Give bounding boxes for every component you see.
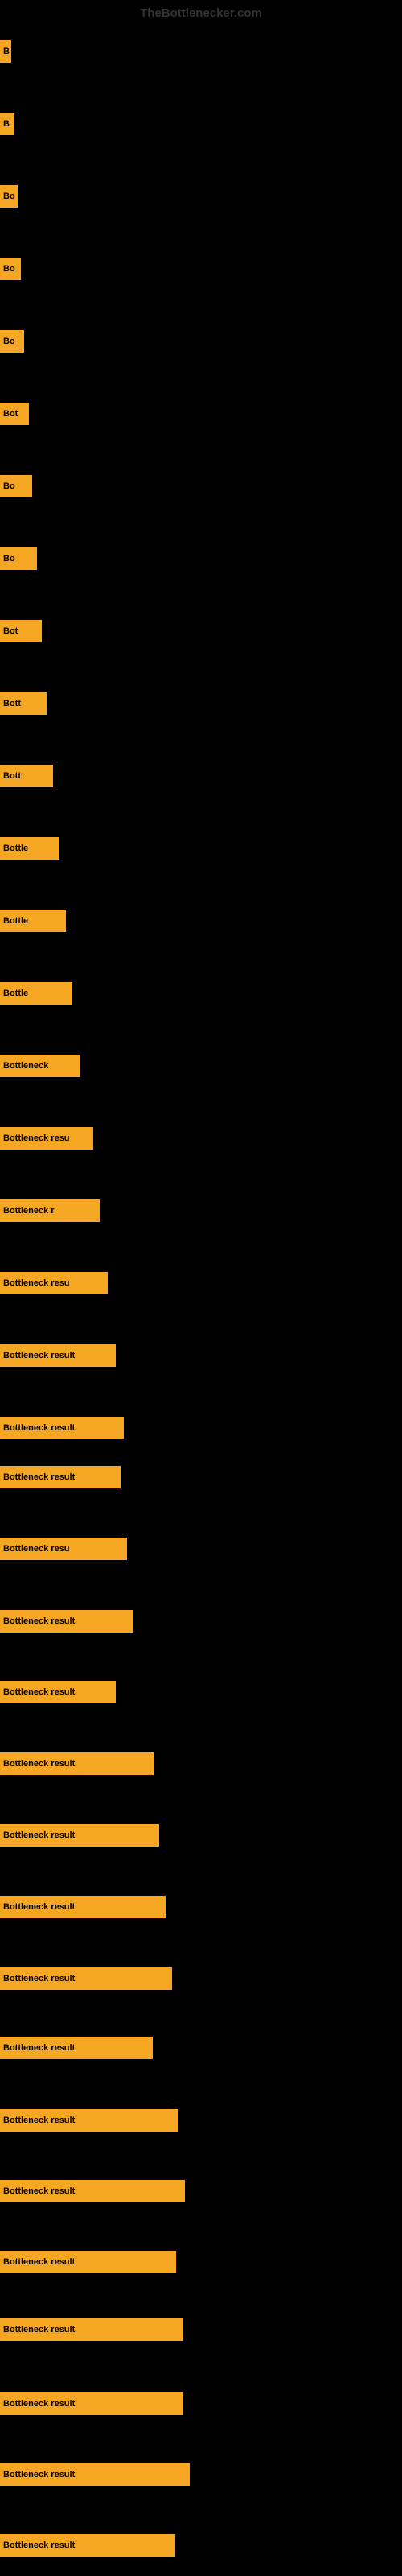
- bar-label: Bottleneck result: [3, 1351, 75, 1360]
- bar-item: Bottleneck result: [0, 1344, 116, 1367]
- bar-label: Bottleneck result: [3, 2325, 75, 2334]
- bar-item: Bottleneck result: [0, 2392, 183, 2415]
- bar-item: Bottleneck resu: [0, 1127, 93, 1150]
- bar-item: Bott: [0, 765, 53, 787]
- bar-item: Bott: [0, 692, 47, 715]
- bar-label: Bottleneck result: [3, 1687, 75, 1697]
- bar-item: Bo: [0, 547, 37, 570]
- bar-item: Bottle: [0, 837, 59, 860]
- bar-label: Bo: [3, 336, 15, 346]
- bar-item: Bottleneck result: [0, 1681, 116, 1703]
- bar-label: Bottleneck result: [3, 1831, 75, 1840]
- bar-label: Bottleneck resu: [3, 1278, 70, 1288]
- bar-label: Bottleneck result: [3, 1974, 75, 1984]
- bar-item: Bo: [0, 258, 21, 280]
- bar-item: Bottleneck result: [0, 1824, 159, 1847]
- bar-item: Bottle: [0, 982, 72, 1005]
- bar-label: Bottleneck result: [3, 2043, 75, 2053]
- bar-label: Bottleneck result: [3, 2470, 75, 2479]
- bar-label: Bot: [3, 626, 18, 636]
- bar-item: Bottleneck result: [0, 2251, 176, 2273]
- bar-label: Bottleneck result: [3, 1902, 75, 1912]
- bar-item: Bo: [0, 185, 18, 208]
- bar-label: Bottleneck resu: [3, 1133, 70, 1143]
- bar-label: Bot: [3, 409, 18, 419]
- bar-label: Bottleneck result: [3, 1472, 75, 1482]
- bar-label: Bott: [3, 771, 21, 781]
- bar-label: Bottleneck r: [3, 1206, 55, 1216]
- bar-label: Bottleneck result: [3, 2257, 75, 2267]
- bar-item: Bottleneck resu: [0, 1272, 108, 1294]
- bar-item: Bottleneck result: [0, 2109, 178, 2132]
- bar-label: Bottle: [3, 989, 28, 998]
- bar-label: Bottle: [3, 844, 28, 853]
- bar-label: Bott: [3, 699, 21, 708]
- bar-item: Bottleneck r: [0, 1199, 100, 1222]
- bar-label: Bo: [3, 192, 15, 201]
- bar-label: Bottle: [3, 916, 28, 926]
- bar-label: Bo: [3, 554, 15, 564]
- bar-label: B: [3, 47, 10, 56]
- bar-label: Bottleneck result: [3, 2399, 75, 2409]
- bar-item: Bot: [0, 620, 42, 642]
- bar-item: B: [0, 113, 14, 135]
- bar-item: Bottleneck result: [0, 1417, 124, 1439]
- bar-item: Bottleneck resu: [0, 1538, 127, 1560]
- bar-item: Bottleneck result: [0, 2037, 153, 2059]
- bar-label: Bottleneck result: [3, 2186, 75, 2196]
- bar-item: Bottleneck result: [0, 2180, 185, 2202]
- bar-item: Bo: [0, 475, 32, 497]
- bar-item: Bottleneck result: [0, 2463, 190, 2486]
- bar-item: Bo: [0, 330, 24, 353]
- bar-item: Bottleneck result: [0, 1610, 133, 1633]
- bar-item: Bottleneck result: [0, 1466, 121, 1488]
- bar-label: Bottleneck result: [3, 1616, 75, 1626]
- bar-label: Bo: [3, 264, 15, 274]
- bar-label: Bottleneck result: [3, 1759, 75, 1769]
- bar-label: Bottleneck resu: [3, 1544, 70, 1554]
- bar-item: Bottleneck result: [0, 1967, 172, 1990]
- bar-item: Bottleneck: [0, 1055, 80, 1077]
- bar-label: Bottleneck result: [3, 2116, 75, 2125]
- bar-label: B: [3, 119, 10, 129]
- bar-label: Bo: [3, 481, 15, 491]
- bar-item: Bottleneck result: [0, 1896, 166, 1918]
- site-title: TheBottlenecker.com: [140, 6, 262, 20]
- bar-item: Bottleneck result: [0, 2318, 183, 2341]
- bar-item: Bot: [0, 402, 29, 425]
- bar-item: Bottle: [0, 910, 66, 932]
- bar-label: Bottleneck result: [3, 1423, 75, 1433]
- bar-item: Bottleneck result: [0, 1752, 154, 1775]
- bar-item: B: [0, 40, 11, 63]
- bar-item: Bottleneck result: [0, 2534, 175, 2557]
- bar-label: Bottleneck: [3, 1061, 48, 1071]
- bar-label: Bottleneck result: [3, 2541, 75, 2550]
